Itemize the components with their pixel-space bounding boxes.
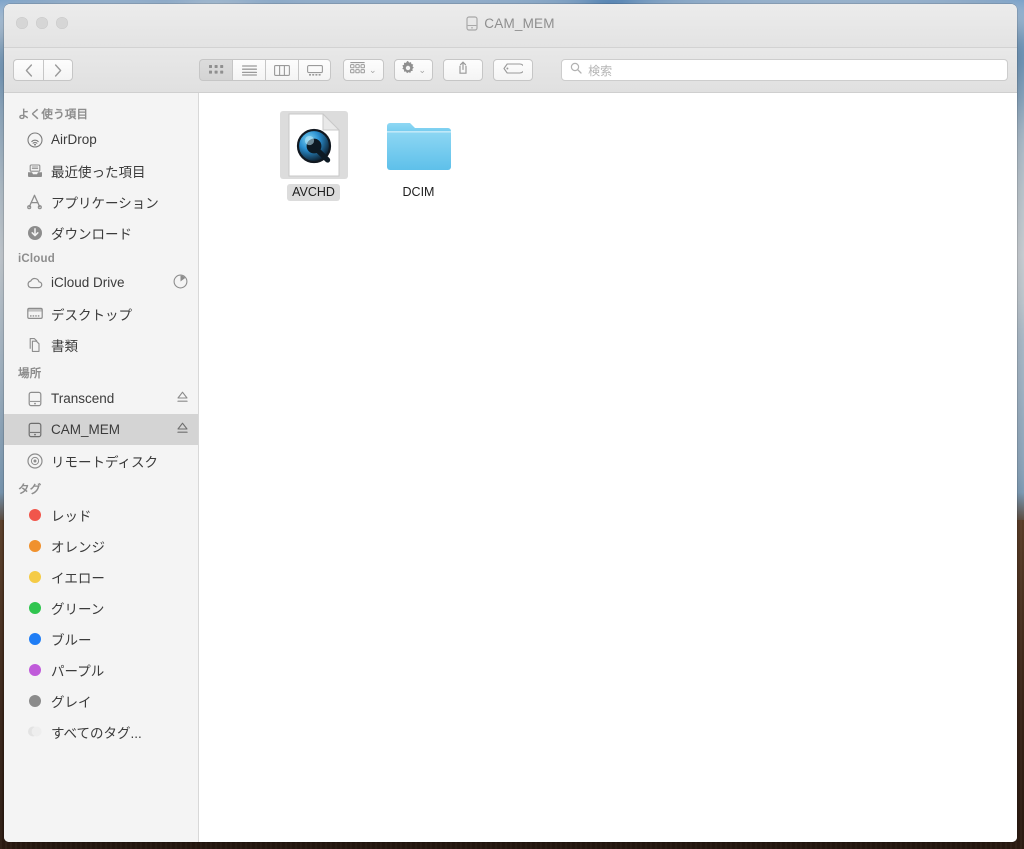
- sidebar-item-label: 書類: [51, 338, 78, 354]
- eject-icon[interactable]: [177, 391, 188, 406]
- sidebar-item-label: リモートディスク: [51, 454, 159, 470]
- tag-dot-icon: [26, 506, 43, 523]
- sidebar-item-label: パープル: [51, 663, 105, 679]
- search-input[interactable]: 検索: [588, 62, 612, 79]
- sidebar-item-label: Transcend: [51, 391, 115, 406]
- sidebar-item-label: オレンジ: [51, 539, 105, 555]
- sidebar-item-all-tags[interactable]: すべてのタグ...: [4, 716, 198, 747]
- sidebar-item-label: イエロー: [51, 570, 105, 586]
- sidebar-item-label: ダウンロード: [51, 226, 132, 242]
- sidebar-item-icloud-drive[interactable]: iCloud Drive: [4, 267, 198, 298]
- sidebar-item-label: アプリケーション: [51, 195, 159, 211]
- sidebar-item-label: 最近使った項目: [51, 164, 146, 180]
- sidebar-item-label: レッド: [51, 508, 92, 524]
- sidebar-item-documents[interactable]: 書類: [4, 329, 198, 360]
- window-title-area: CAM_MEM: [4, 16, 1017, 31]
- applications-icon: [26, 193, 43, 210]
- eject-icon[interactable]: [177, 422, 188, 437]
- downloads-icon: [26, 224, 43, 241]
- arrange-by-button[interactable]: ⌄: [343, 59, 384, 81]
- sidebar-item-tag-purple[interactable]: パープル: [4, 654, 198, 685]
- file-thumbnail: [385, 111, 453, 179]
- search-icon: [570, 61, 582, 79]
- page-title: CAM_MEM: [484, 16, 555, 31]
- window-titlebar: CAM_MEM: [4, 4, 1017, 48]
- share-button[interactable]: [443, 59, 484, 81]
- sidebar-section-locations-title: 場所: [18, 368, 42, 380]
- file-thumbnail: [279, 111, 348, 179]
- chevron-down-icon: ⌄: [369, 64, 377, 75]
- action-button[interactable]: ⌄: [393, 59, 434, 81]
- sidebar-item-label: AirDrop: [51, 132, 97, 147]
- gear-icon: [401, 60, 415, 80]
- sidebar-section-icloud-title: iCloud: [18, 253, 55, 265]
- forward-button[interactable]: [43, 59, 73, 81]
- sidebar-item-label: デスクトップ: [51, 307, 132, 323]
- search-field[interactable]: 検索: [561, 59, 1008, 81]
- sidebar-item-tag-green[interactable]: グリーン: [4, 592, 198, 623]
- sidebar-item-tag-red[interactable]: レッド: [4, 499, 198, 530]
- file-label: AVCHD: [287, 184, 340, 201]
- sidebar-item-tag-orange[interactable]: オレンジ: [4, 530, 198, 561]
- tag-dot-icon: [26, 630, 43, 647]
- sidebar-item-label: グレイ: [51, 694, 92, 710]
- drive-icon: [466, 16, 478, 31]
- cloud-icon: [26, 274, 43, 291]
- navigation-buttons: [13, 59, 73, 81]
- sidebar-item-tag-yellow[interactable]: イエロー: [4, 561, 198, 592]
- sidebar-item-cam-mem[interactable]: CAM_MEM: [4, 414, 198, 445]
- sidebar-item-transcend[interactable]: Transcend: [4, 383, 198, 414]
- sidebar-section-favorites-title: よく使う項目: [18, 109, 89, 121]
- tag-dot-icon: [26, 568, 43, 585]
- window-body: よく使う項目 AirDrop 最近使った項目 アプリケーション ダウンロード i…: [4, 93, 1017, 842]
- file-item-avchd[interactable]: AVCHD: [261, 107, 366, 201]
- file-item-dcim[interactable]: DCIM: [366, 107, 471, 201]
- sidebar-item-label: iCloud Drive: [51, 275, 125, 290]
- sidebar-item-downloads[interactable]: ダウンロード: [4, 217, 198, 248]
- sidebar: よく使う項目 AirDrop 最近使った項目 アプリケーション ダウンロード i…: [4, 93, 199, 842]
- tag-button[interactable]: [493, 59, 534, 81]
- sidebar-section-tags-title: タグ: [18, 484, 42, 496]
- share-icon: [457, 61, 469, 80]
- tag-dot-icon: [26, 599, 43, 616]
- sidebar-item-airdrop[interactable]: AirDrop: [4, 124, 198, 155]
- airdrop-icon: [26, 131, 43, 148]
- list-view-button[interactable]: [232, 59, 265, 81]
- pie-progress-icon: [173, 274, 188, 292]
- sidebar-item-tag-blue[interactable]: ブルー: [4, 623, 198, 654]
- recents-icon: [26, 162, 43, 179]
- file-grid: AVCHD DCIM: [199, 107, 1017, 201]
- desktop-icon: [26, 305, 43, 322]
- chevron-down-icon: ⌄: [418, 64, 427, 75]
- tag-icon: [503, 61, 525, 79]
- sidebar-item-desktop[interactable]: デスクトップ: [4, 298, 198, 329]
- all-tags-icon: [26, 723, 43, 740]
- sidebar-item-remote-disc[interactable]: リモートディスク: [4, 445, 198, 476]
- tag-dot-icon: [26, 537, 43, 554]
- sidebar-item-tag-gray[interactable]: グレイ: [4, 685, 198, 716]
- documents-icon: [26, 336, 43, 353]
- sidebar-item-applications[interactable]: アプリケーション: [4, 186, 198, 217]
- drive-icon: [26, 421, 43, 438]
- icon-view-button[interactable]: [199, 59, 232, 81]
- sidebar-item-label: CAM_MEM: [51, 422, 121, 437]
- tag-dot-icon: [26, 692, 43, 709]
- file-label: DCIM: [402, 185, 435, 199]
- sidebar-item-label: すべてのタグ...: [51, 725, 142, 741]
- remote-disc-icon: [26, 452, 43, 469]
- sidebar-item-label: グリーン: [51, 601, 105, 617]
- view-mode-buttons: [199, 59, 331, 81]
- finder-window: CAM_MEM ⌄ ⌄ 検索 よく使う項目 AirDrop 最近使った項目 アプ…: [4, 4, 1017, 842]
- sidebar-item-recents[interactable]: 最近使った項目: [4, 155, 198, 186]
- back-button[interactable]: [13, 59, 43, 81]
- file-browser-content[interactable]: AVCHD DCIM: [199, 93, 1017, 842]
- gallery-view-button[interactable]: [298, 59, 331, 81]
- column-view-button[interactable]: [265, 59, 298, 81]
- sidebar-item-label: ブルー: [51, 632, 92, 648]
- finder-toolbar: ⌄ ⌄ 検索: [4, 48, 1017, 93]
- drive-icon: [26, 390, 43, 407]
- arrange-grid-icon: [350, 61, 365, 79]
- tag-dot-icon: [26, 661, 43, 678]
